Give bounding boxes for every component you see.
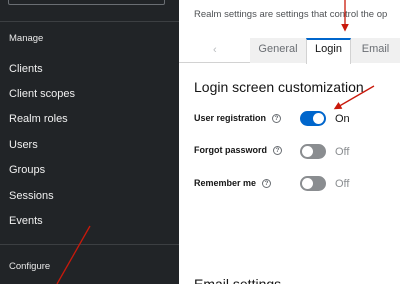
forgot-password-toggle[interactable] [300, 144, 326, 159]
sidebar-item-events[interactable]: Events [9, 215, 43, 227]
user-registration-state: On [335, 113, 350, 125]
setting-label-text: Remember me [194, 178, 257, 188]
sidebar-item-users[interactable]: Users [9, 139, 38, 151]
sidebar-search-field[interactable] [8, 0, 165, 5]
tab-bar: ‹ General Login Email [179, 30, 400, 64]
sidebar-section-configure: Configure [9, 261, 51, 272]
remember-me-toggle[interactable] [300, 176, 326, 191]
setting-label-text: Forgot password [194, 145, 268, 155]
tab-login[interactable]: Login [306, 38, 351, 64]
help-icon[interactable]: ? [272, 113, 282, 123]
sidebar: Manage Clients Client scopes Realm roles… [0, 0, 179, 284]
setting-label-remember-me: Remember me ? [194, 178, 272, 188]
setting-label-user-registration: User registration ? [194, 113, 282, 123]
setting-label-text: User registration [194, 113, 267, 123]
toggle-knob [313, 113, 324, 124]
sidebar-item-client-scopes[interactable]: Client scopes [9, 88, 75, 100]
forgot-password-state: Off [335, 146, 350, 158]
sidebar-divider [0, 21, 179, 22]
sidebar-item-sessions[interactable]: Sessions [9, 190, 54, 202]
tab-email[interactable]: Email [351, 38, 400, 63]
remember-me-state: Off [335, 178, 350, 190]
page-subtitle: Realm settings are settings that control… [194, 9, 388, 20]
sidebar-divider [0, 244, 179, 245]
sidebar-item-clients[interactable]: Clients [9, 63, 43, 75]
user-registration-toggle[interactable] [300, 111, 326, 126]
setting-label-forgot-password: Forgot password ? [194, 145, 283, 155]
toggle-knob [302, 146, 313, 157]
section-title: Login screen customization [194, 79, 364, 95]
sidebar-item-realm-roles[interactable]: Realm roles [9, 113, 68, 125]
sidebar-item-groups[interactable]: Groups [9, 164, 45, 176]
email-settings-heading: Email settings [194, 276, 282, 284]
chevron-left-icon[interactable]: ‹ [213, 44, 217, 56]
sidebar-section-manage: Manage [9, 33, 44, 44]
help-icon[interactable]: ? [273, 145, 283, 155]
help-icon[interactable]: ? [262, 178, 272, 188]
toggle-knob [302, 178, 313, 189]
tab-general[interactable]: General [250, 38, 306, 63]
main-content: Realm settings are settings that control… [179, 0, 400, 284]
